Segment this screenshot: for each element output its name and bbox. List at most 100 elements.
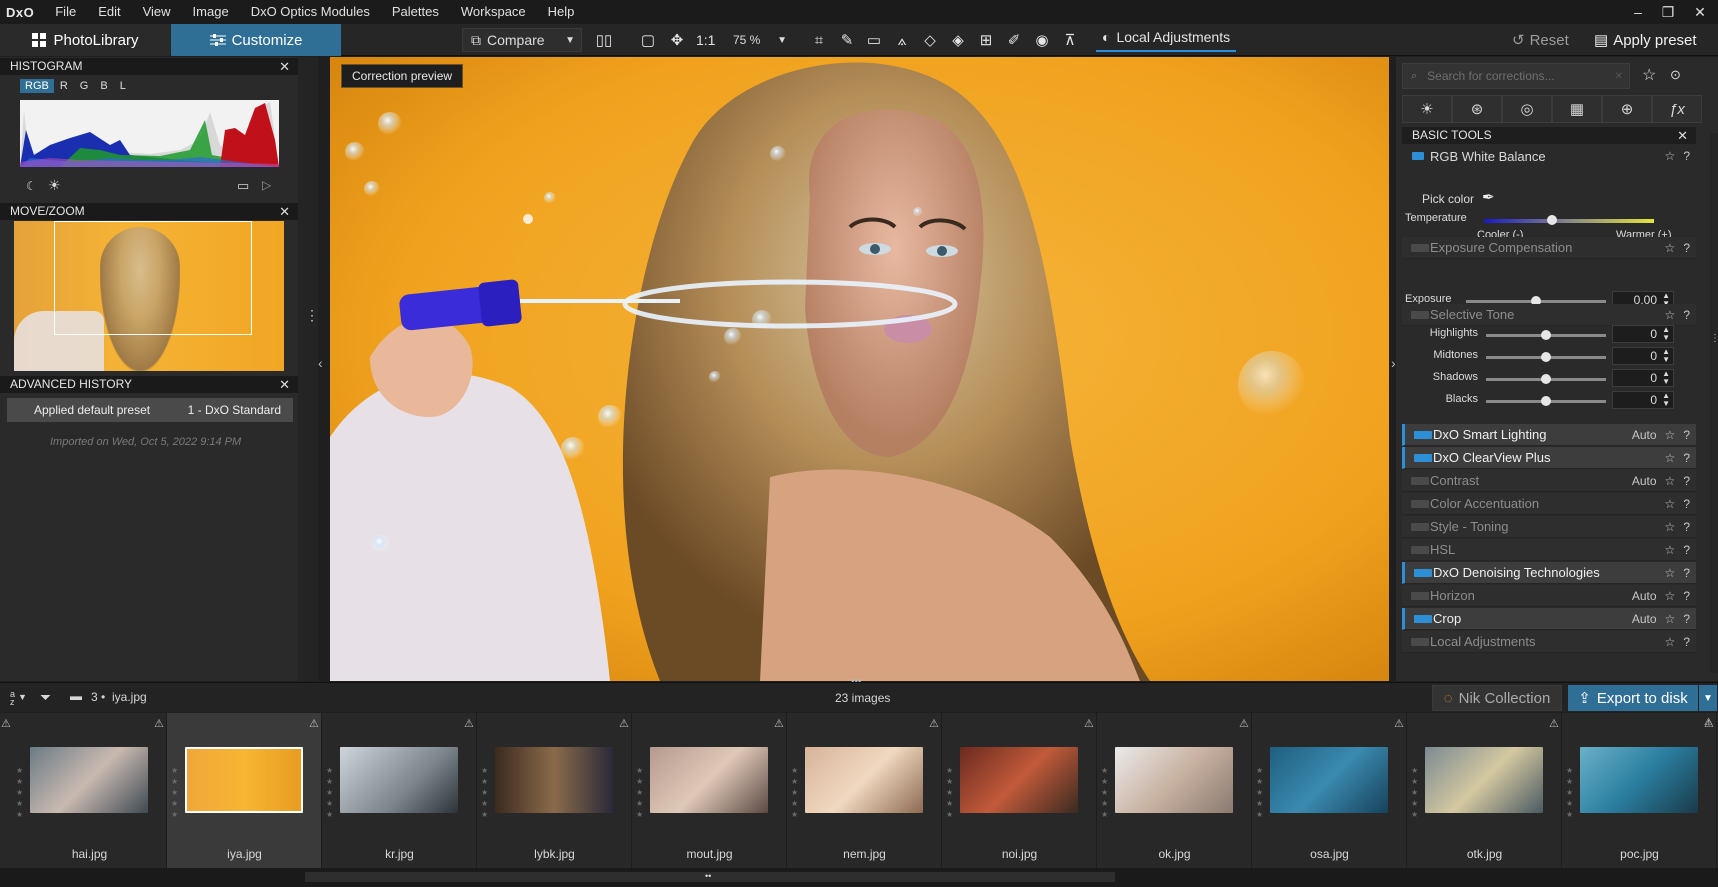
toggle-switch[interactable] — [1411, 523, 1429, 531]
rating-stars-icon[interactable]: ★ ★ ★ ★ ★ — [1256, 765, 1266, 820]
geometry-tab-icon[interactable]: ▦ — [1552, 95, 1602, 123]
toggle-switch[interactable] — [1414, 569, 1432, 577]
eyedropper-icon[interactable]: ✎ — [836, 30, 858, 50]
close-icon[interactable]: ✕ — [279, 58, 290, 75]
toggle-switch[interactable] — [1412, 152, 1424, 160]
collapse-right-icon[interactable]: › — [1391, 355, 1396, 371]
help-icon[interactable]: ? — [1683, 149, 1690, 163]
color-tab-icon[interactable]: ⊛ — [1452, 95, 1502, 123]
tone-slider[interactable] — [1486, 352, 1606, 362]
tool-contrast[interactable]: Contrast Auto ☆? — [1402, 470, 1696, 492]
tool-horizon[interactable]: Horizon Auto ☆? — [1402, 585, 1696, 607]
eyedropper-icon[interactable]: ✒ — [1482, 188, 1495, 206]
thumbnail-image[interactable] — [30, 747, 148, 813]
help-icon[interactable]: ? — [1683, 520, 1690, 534]
rating-stars-icon[interactable]: ★ ★ ★ ★ ★ — [791, 765, 801, 820]
menu-palettes[interactable]: Palettes — [381, 0, 450, 24]
tool-crop[interactable]: Crop Auto ☆? — [1402, 608, 1696, 630]
filmstrip-item[interactable]: ⚠ ★ ★ ★ ★ ★ ok.jpg — [1097, 713, 1252, 868]
slider-knob[interactable] — [1541, 374, 1551, 384]
toggle-switch[interactable] — [1414, 454, 1432, 462]
toggle-switch[interactable] — [1414, 615, 1432, 623]
star-icon[interactable]: ☆ — [1665, 566, 1676, 580]
moon-icon[interactable]: ☾ — [26, 179, 37, 193]
spinner-icon[interactable]: ▲▼ — [1662, 370, 1670, 386]
menu-edit[interactable]: Edit — [87, 0, 131, 24]
help-icon[interactable]: ? — [1683, 497, 1690, 511]
watermark-tab-icon[interactable]: ⊕ — [1602, 95, 1652, 123]
star-icon[interactable]: ☆ — [1665, 543, 1676, 557]
monitor-icon[interactable]: ▭ — [237, 178, 249, 194]
rating-stars-icon[interactable]: ★ ★ ★ ★ ★ — [946, 765, 956, 820]
split-view-icon[interactable]: ▯▯ — [593, 30, 615, 50]
perspective-icon[interactable]: ⟑ — [891, 30, 913, 50]
thumbnail-image[interactable] — [340, 747, 458, 813]
tone-slider[interactable] — [1486, 330, 1606, 340]
thumbnail-image[interactable] — [960, 747, 1078, 813]
gamut-icon[interactable]: ▷ — [262, 178, 271, 192]
zoom-select[interactable]: 75 % ▼ — [724, 28, 792, 52]
crop-icon[interactable]: ⌗ — [808, 30, 830, 50]
star-icon[interactable]: ☆ — [1665, 612, 1676, 626]
favorites-star-icon[interactable]: ☆ — [1642, 65, 1656, 85]
tone-value-field[interactable]: 0 ▲ ▼ — [1612, 369, 1674, 387]
move-icon[interactable]: ✥ — [666, 30, 688, 50]
toggle-switch[interactable] — [1411, 500, 1429, 508]
star-icon[interactable]: ☆ — [1665, 589, 1676, 603]
history-entry[interactable]: Applied default preset 1 - DxO Standard — [7, 398, 293, 422]
star-icon[interactable]: ☆ — [1665, 241, 1676, 255]
rating-stars-icon[interactable]: ★ ★ ★ ★ ★ — [326, 765, 336, 820]
star-icon[interactable]: ☆ — [1665, 497, 1676, 511]
filmstrip-item[interactable]: ⚠ ★ ★ ★ ★ ★ hai.jpg — [12, 713, 167, 868]
spinner-icon[interactable]: ▲▼ — [1662, 392, 1670, 408]
menu-view[interactable]: View — [132, 0, 182, 24]
sort-icon[interactable]: az — [10, 690, 15, 707]
filmstrip-item[interactable]: ⚠ ★ ★ ★ ★ ★ kr.jpg — [322, 713, 477, 868]
menu-help[interactable]: Help — [537, 0, 586, 24]
menu-image[interactable]: Image — [182, 0, 240, 24]
thumbnail-image[interactable] — [805, 747, 923, 813]
tool-exposure-compensation[interactable]: Exposure Compensation ☆? — [1402, 237, 1696, 259]
tool-style-toning[interactable]: Style - Toning ☆? — [1402, 516, 1696, 538]
tone-value-field[interactable]: 0 ▲ ▼ — [1612, 391, 1674, 409]
close-icon[interactable]: ✕ — [1677, 127, 1688, 144]
help-icon[interactable]: ? — [1683, 612, 1690, 626]
filmstrip-item[interactable]: ⚠ ★ ★ ★ ★ ★ otk.jpg — [1407, 713, 1562, 868]
auto-badge[interactable]: Auto — [1632, 428, 1657, 442]
help-icon[interactable]: ? — [1683, 474, 1690, 488]
help-icon[interactable]: ? — [1683, 635, 1690, 649]
filmstrip-item[interactable]: ⚠ ★ ★ ★ ★ ★ lybk.jpg — [477, 713, 632, 868]
star-icon[interactable]: ☆ — [1665, 428, 1676, 442]
repair-icon[interactable]: ✐ — [1003, 30, 1025, 50]
help-icon[interactable]: ? — [1683, 589, 1690, 603]
compare-button[interactable]: ⧉ Compare ▼ — [462, 28, 582, 52]
close-icon[interactable]: ✕ — [279, 203, 290, 220]
channel-b[interactable]: B — [94, 79, 113, 93]
auto-badge[interactable]: Auto — [1632, 474, 1657, 488]
star-icon[interactable]: ☆ — [1665, 635, 1676, 649]
rating-stars-icon[interactable]: ★ ★ ★ ★ ★ — [1411, 765, 1421, 820]
filter-icon[interactable]: ⏷ — [40, 689, 51, 706]
auto-badge[interactable]: Auto — [1632, 589, 1657, 603]
star-icon[interactable]: ☆ — [1665, 451, 1676, 465]
menu-dxo-optics-modules[interactable]: DxO Optics Modules — [240, 0, 381, 24]
clear-search-icon[interactable]: ✕ — [1615, 71, 1623, 82]
restore-button[interactable]: ❐ — [1650, 0, 1686, 24]
help-icon[interactable]: ? — [1683, 428, 1690, 442]
light-tab-icon[interactable]: ☀ — [1402, 95, 1452, 123]
ratio-1-1-button[interactable]: 1:1 — [696, 24, 715, 56]
horizon-icon[interactable]: ▭ — [863, 30, 885, 50]
tool-selective-tone[interactable]: Selective Tone ☆? — [1402, 304, 1696, 326]
fit-screen-icon[interactable]: ▢ — [637, 30, 659, 50]
detail-tab-icon[interactable]: ◎ — [1502, 95, 1552, 123]
tool-rgb-white-balance[interactable]: RGB White Balance ☆? — [1402, 145, 1696, 167]
tool-dxo-clearview-plus[interactable]: DxO ClearView Plus ☆? — [1402, 447, 1696, 469]
tool-hsl[interactable]: HSL ☆? — [1402, 539, 1696, 561]
toggle-switch[interactable] — [1411, 244, 1429, 252]
channel-l[interactable]: L — [114, 79, 132, 93]
tab-customize[interactable]: Customize — [171, 24, 341, 56]
tool-dxo-denoising-technologies[interactable]: DxO Denoising Technologies ☆? — [1402, 562, 1696, 584]
rating-stars-icon[interactable]: ★ ★ ★ ★ ★ — [1566, 765, 1576, 820]
rating-stars-icon[interactable]: ★ ★ ★ ★ ★ — [16, 765, 26, 820]
channel-r[interactable]: R — [54, 79, 74, 93]
